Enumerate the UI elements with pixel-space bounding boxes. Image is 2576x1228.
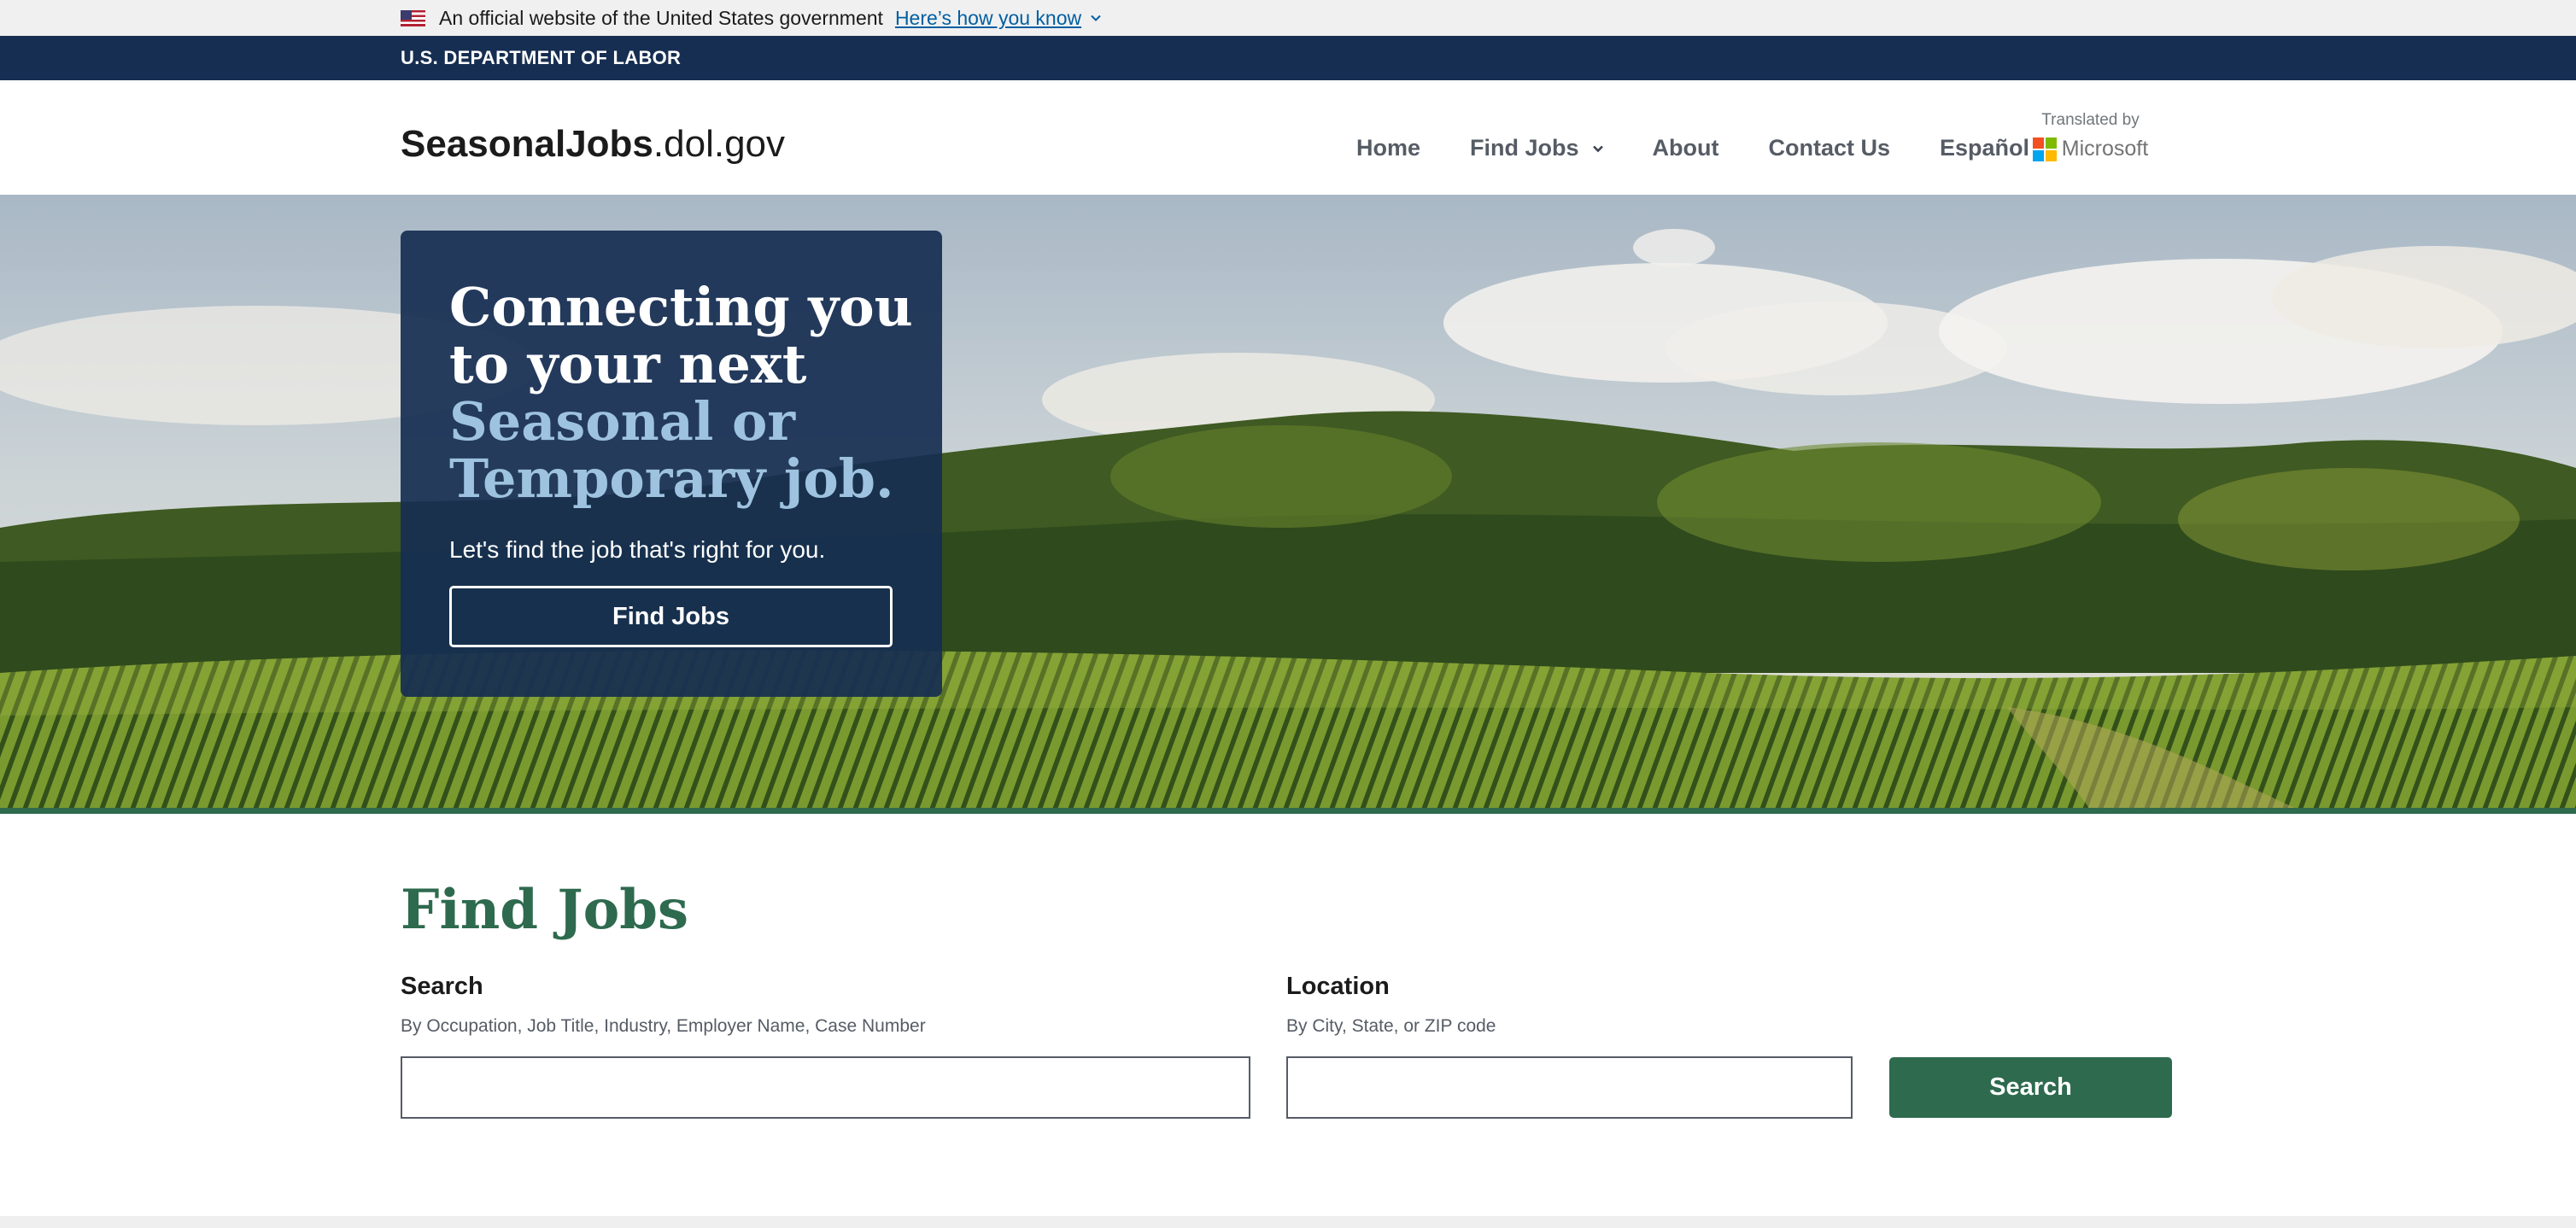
agency-name[interactable]: U.S. DEPARTMENT OF LABOR bbox=[401, 36, 681, 80]
nav-contact-us[interactable]: Contact Us bbox=[1768, 135, 1890, 161]
hero-find-jobs-button[interactable]: Find Jobs bbox=[449, 586, 893, 647]
search-label: Search bbox=[401, 973, 483, 1000]
site-logo[interactable]: SeasonalJobs.dol.gov bbox=[401, 123, 785, 166]
vineyard-landscape-image bbox=[0, 195, 2576, 813]
hero-title-accent: Seasonal or Temporary job. bbox=[449, 390, 894, 510]
location-input[interactable] bbox=[1286, 1056, 1853, 1119]
site-header: SeasonalJobs.dol.gov Home Find Jobs Abou… bbox=[0, 80, 2576, 195]
hero-card: Connecting you to your next Seasonal or … bbox=[401, 231, 942, 697]
hero-subtitle: Let's find the job that's right for you. bbox=[449, 536, 826, 563]
translated-by[interactable]: Translated by Microsoft bbox=[2032, 111, 2149, 161]
hero-title: Connecting you to your next Seasonal or … bbox=[449, 278, 928, 507]
location-label: Location bbox=[1286, 973, 1390, 1000]
main-nav: Home Find Jobs About Contact Us Español bbox=[1356, 135, 2029, 161]
nav-about[interactable]: About bbox=[1653, 135, 1719, 161]
microsoft-logo-icon bbox=[2032, 137, 2057, 161]
chevron-down-icon[interactable] bbox=[1090, 12, 1102, 24]
hero-divider bbox=[0, 808, 2576, 814]
agency-bar: U.S. DEPARTMENT OF LABOR bbox=[0, 36, 2576, 80]
logo-domain-text: .dol.gov bbox=[653, 123, 786, 165]
nav-find-jobs[interactable]: Find Jobs bbox=[1470, 135, 1605, 161]
gov-banner-text: An official website of the United States… bbox=[439, 6, 883, 29]
nav-espanol[interactable]: Español bbox=[1940, 135, 2029, 161]
hero-banner: Connecting you to your next Seasonal or … bbox=[0, 195, 2576, 813]
gov-banner: An official website of the United States… bbox=[0, 0, 2576, 36]
chevron-down-icon bbox=[1592, 145, 1603, 152]
logo-bold-text: SeasonalJobs bbox=[401, 123, 653, 165]
location-hint: By City, State, or ZIP code bbox=[1286, 1016, 1496, 1036]
search-input[interactable] bbox=[401, 1056, 1250, 1119]
translated-by-label: Translated by bbox=[2041, 111, 2140, 129]
microsoft-label: Microsoft bbox=[2061, 137, 2149, 161]
hero-title-main: Connecting you to your next bbox=[449, 276, 913, 395]
footer-edge bbox=[0, 1216, 2576, 1228]
find-jobs-heading: Find Jobs bbox=[401, 878, 689, 942]
search-button[interactable]: Search bbox=[1889, 1057, 2172, 1118]
nav-find-jobs-label: Find Jobs bbox=[1470, 135, 1579, 161]
how-you-know-link[interactable]: Here’s how you know bbox=[895, 7, 1081, 30]
us-flag-icon bbox=[401, 9, 425, 26]
nav-home[interactable]: Home bbox=[1356, 135, 1420, 161]
search-hint: By Occupation, Job Title, Industry, Empl… bbox=[401, 1016, 926, 1036]
